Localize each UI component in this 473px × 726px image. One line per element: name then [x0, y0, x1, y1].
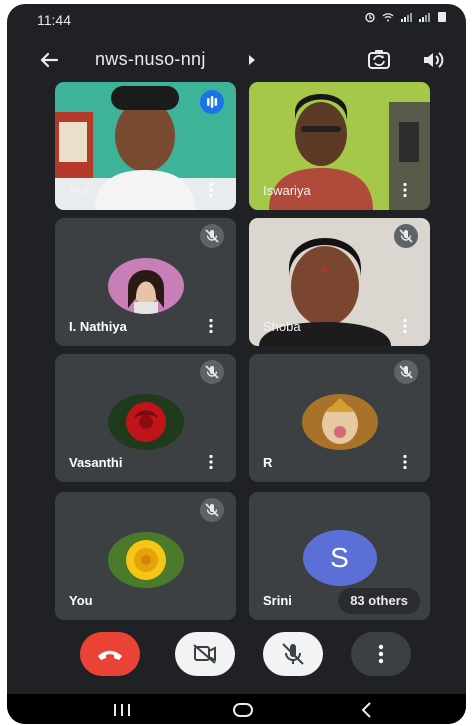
phone-screen: 11:44 nws-nuso-nnj Pra Iswariya I. Nathi… — [7, 4, 466, 724]
more-options-button[interactable] — [351, 632, 411, 676]
call-controls — [7, 632, 466, 680]
meeting-header: nws-nuso-nnj — [7, 40, 466, 80]
participant-tile-you[interactable]: You — [55, 492, 236, 620]
mic-toggle-button[interactable] — [263, 632, 323, 676]
mic-off-icon — [394, 360, 418, 384]
more-vert-icon[interactable] — [402, 454, 408, 470]
participant-name: I. Nathiya — [69, 319, 127, 334]
participant-tile-nathiya[interactable]: I. Nathiya — [55, 218, 236, 346]
participant-name: Pra — [69, 183, 90, 198]
meeting-title[interactable]: nws-nuso-nnj — [95, 49, 206, 70]
more-vert-icon[interactable] — [402, 318, 408, 334]
participant-avatar — [301, 394, 378, 450]
participant-name: You — [69, 593, 93, 608]
signal-icon-2 — [419, 13, 430, 22]
caret-right-icon[interactable] — [247, 54, 257, 66]
back-nav-icon[interactable] — [359, 701, 373, 719]
participant-tile-vasanthi[interactable]: Vasanthi — [55, 354, 236, 482]
participant-avatar: S — [302, 530, 377, 586]
battery-icon — [438, 12, 446, 22]
speaking-indicator-icon — [200, 90, 224, 114]
participant-tile-shoba[interactable]: Shoba — [249, 218, 430, 346]
alarm-icon — [365, 12, 375, 23]
camera-toggle-button[interactable] — [175, 632, 235, 676]
status-time: 11:44 — [37, 12, 71, 28]
recent-apps-icon[interactable] — [112, 703, 132, 717]
more-vert-icon[interactable] — [402, 182, 408, 198]
participant-tile-srini[interactable]: S Srini 83 others — [249, 492, 430, 620]
participant-avatar — [107, 394, 184, 450]
more-vert-icon[interactable] — [208, 182, 214, 198]
more-vert-icon[interactable] — [208, 454, 214, 470]
participant-tile-pra[interactable]: Pra — [55, 82, 236, 210]
status-icons — [364, 11, 448, 23]
home-icon[interactable] — [232, 702, 254, 718]
others-count-chip[interactable]: 83 others — [338, 588, 420, 614]
camera-off-icon — [193, 644, 216, 664]
system-navigation-bar — [7, 694, 466, 724]
more-vert-icon[interactable] — [208, 318, 214, 334]
signal-icon — [401, 13, 412, 22]
speaker-icon[interactable] — [421, 48, 445, 72]
participant-avatar — [107, 532, 184, 588]
phone-hangup-icon — [98, 650, 122, 660]
end-call-button[interactable] — [80, 632, 140, 676]
mic-off-icon — [200, 224, 224, 248]
arrow-left-icon[interactable] — [37, 48, 61, 72]
switch-camera-icon[interactable] — [365, 46, 393, 74]
status-bar: 11:44 — [7, 4, 466, 36]
participant-avatar — [107, 258, 184, 314]
more-vert-icon — [378, 644, 384, 664]
mic-off-icon — [282, 643, 304, 665]
participant-name: Srini — [263, 593, 292, 608]
participant-tile-iswariya[interactable]: Iswariya — [249, 82, 430, 210]
participant-name: Iswariya — [263, 183, 311, 198]
participant-tile-r[interactable]: R — [249, 354, 430, 482]
mic-off-icon — [200, 360, 224, 384]
wifi-icon — [382, 13, 394, 22]
mic-off-icon — [200, 498, 224, 522]
participant-name: Shoba — [263, 319, 301, 334]
mic-off-icon — [394, 224, 418, 248]
participant-name: R — [263, 455, 273, 470]
participant-name: Vasanthi — [69, 455, 123, 470]
